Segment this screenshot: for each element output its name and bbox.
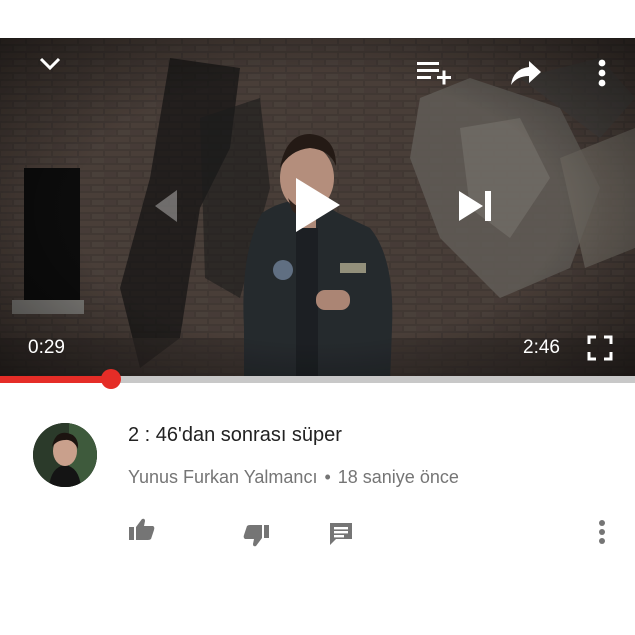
playlist-add-icon[interactable] <box>414 58 454 88</box>
play-icon[interactable] <box>286 175 346 235</box>
comment-text: 2 : 46'dan sonrası süper <box>128 424 342 446</box>
more-vertical-icon[interactable] <box>590 56 614 90</box>
share-icon[interactable] <box>508 58 544 88</box>
thumbs-down-icon[interactable] <box>242 524 272 550</box>
comment-time: 18 saniye önce <box>337 467 459 487</box>
video-player[interactable]: 0:29 2:46 <box>0 38 635 382</box>
avatar[interactable] <box>33 423 97 487</box>
skip-previous-icon[interactable] <box>145 186 185 226</box>
comment-more-icon[interactable] <box>597 519 609 547</box>
duration: 2:46 <box>523 337 560 358</box>
current-time: 0:29 <box>28 337 65 358</box>
thumbs-up-icon[interactable] <box>128 517 158 543</box>
progress-fill <box>0 376 111 383</box>
chevron-down-icon[interactable] <box>36 52 64 76</box>
skip-next-icon[interactable] <box>456 188 496 224</box>
comment-meta: Yunus Furkan Yalmancı • 18 saniye önce <box>128 467 459 488</box>
status-area <box>0 0 635 38</box>
fullscreen-icon[interactable] <box>586 334 614 362</box>
progress-scrubber[interactable] <box>101 369 121 389</box>
meta-separator: • <box>324 467 331 487</box>
comment-author[interactable]: Yunus Furkan Yalmancı <box>128 467 317 487</box>
reply-icon[interactable] <box>328 521 354 547</box>
